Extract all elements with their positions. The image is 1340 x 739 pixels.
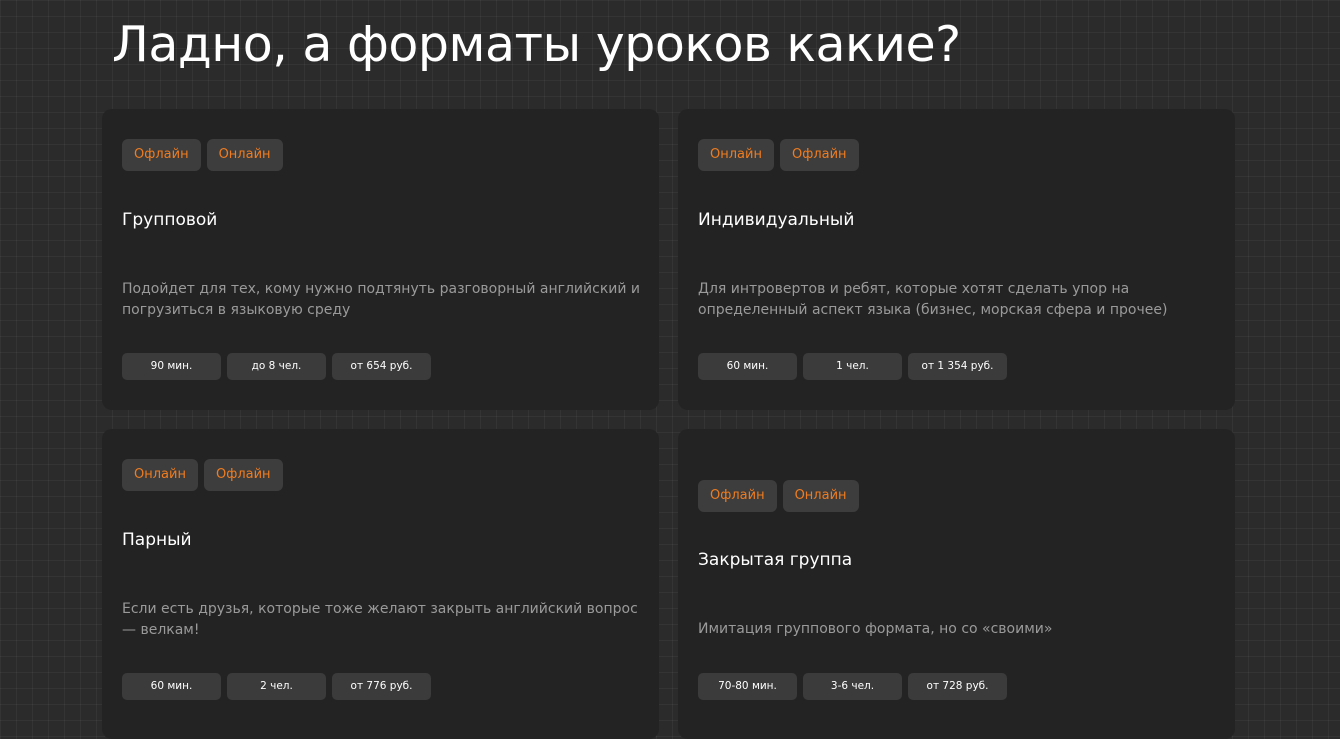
format-tags: Онлайн Офлайн xyxy=(122,459,283,491)
group-size-chip: до 8 чел. xyxy=(227,353,326,380)
format-tag[interactable]: Онлайн xyxy=(698,139,774,171)
price-chip: от 728 руб. xyxy=(908,673,1007,700)
group-size-chip: 1 чел. xyxy=(803,353,902,380)
format-tag[interactable]: Офлайн xyxy=(203,459,283,491)
lesson-format-card-closed-group: Офлайн Онлайн Закрытая группа Имитация г… xyxy=(678,429,1235,739)
card-title: Парный xyxy=(122,530,192,550)
duration-chip: 70-80 мин. xyxy=(698,673,797,700)
lesson-details: 90 мин. до 8 чел. от 654 руб. xyxy=(122,353,431,380)
card-title: Закрытая группа xyxy=(698,550,853,570)
format-tag[interactable]: Онлайн xyxy=(782,480,859,512)
format-tags: Офлайн Онлайн xyxy=(698,480,859,512)
lesson-details: 60 мин. 1 чел. от 1 354 руб. xyxy=(698,353,1007,380)
price-chip: от 776 руб. xyxy=(332,673,431,700)
format-tag[interactable]: Онлайн xyxy=(206,139,283,171)
duration-chip: 60 мин. xyxy=(698,353,797,380)
card-description: Если есть друзья, которые тоже желают за… xyxy=(122,601,638,638)
price-chip: от 654 руб. xyxy=(332,353,431,380)
page-title: Ладно, а форматы уроков какие? xyxy=(112,16,961,73)
lesson-format-card-individual: Онлайн Офлайн Индивидуальный Для интрове… xyxy=(678,109,1235,410)
lesson-details: 60 мин. 2 чел. от 776 руб. xyxy=(122,673,431,700)
lesson-format-card-pair: Онлайн Офлайн Парный Если есть друзья, к… xyxy=(102,429,659,739)
format-tag[interactable]: Офлайн xyxy=(698,480,777,512)
card-description: Подойдет для тех, кому нужно подтянуть р… xyxy=(122,281,641,318)
group-size-chip: 3-6 чел. xyxy=(803,673,902,700)
format-tag[interactable]: Офлайн xyxy=(779,139,859,171)
format-tags: Онлайн Офлайн xyxy=(698,139,859,171)
format-tags: Офлайн Онлайн xyxy=(122,139,283,171)
format-tag[interactable]: Онлайн xyxy=(122,459,198,491)
lesson-details: 70-80 мин. 3-6 чел. от 728 руб. xyxy=(698,673,1007,700)
duration-chip: 60 мин. xyxy=(122,673,221,700)
duration-chip: 90 мин. xyxy=(122,353,221,380)
price-chip: от 1 354 руб. xyxy=(908,353,1007,380)
format-tag[interactable]: Офлайн xyxy=(122,139,201,171)
card-description: Для интровертов и ребят, которые хотят с… xyxy=(698,281,1168,318)
card-description: Имитация группового формата, но со «свои… xyxy=(698,621,1053,637)
group-size-chip: 2 чел. xyxy=(227,673,326,700)
card-title: Групповой xyxy=(122,210,218,230)
lesson-format-card-group: Офлайн Онлайн Групповой Подойдет для тех… xyxy=(102,109,659,410)
card-title: Индивидуальный xyxy=(698,210,855,230)
